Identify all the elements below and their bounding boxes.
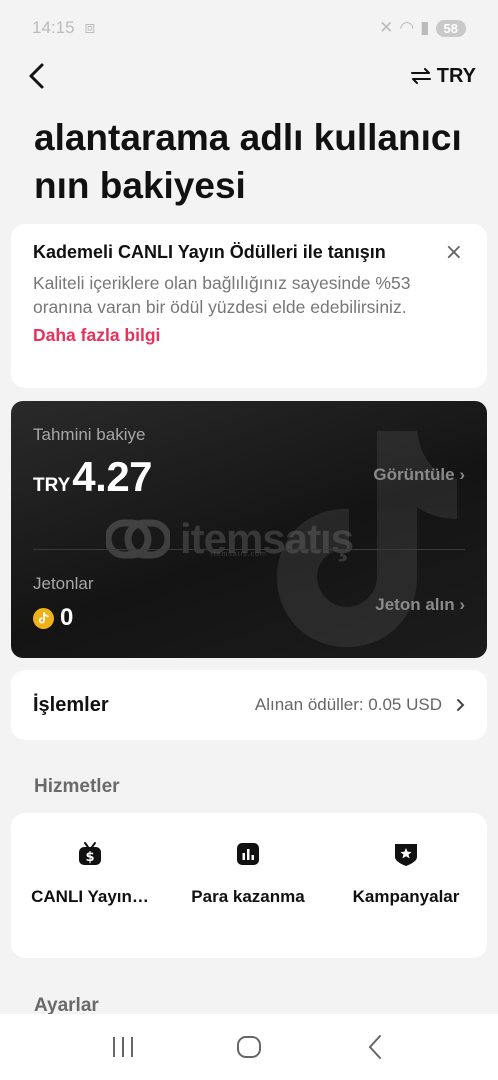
svg-text:$: $ xyxy=(85,850,94,865)
currency-label: TRY xyxy=(436,64,476,87)
transactions-row[interactable]: İşlemler Alınan ödüller: 0.05 USD xyxy=(11,670,487,740)
battery-indicator: 58 xyxy=(435,19,466,37)
chevron-right-icon xyxy=(457,699,465,711)
close-icon[interactable]: × xyxy=(445,240,463,265)
recent-apps-button[interactable] xyxy=(103,1027,143,1067)
home-icon xyxy=(237,1036,261,1058)
service-campaigns[interactable]: Kampanyalar xyxy=(327,813,485,958)
service-label: CANLI Yayın… xyxy=(31,887,149,906)
campaign-badge-icon xyxy=(395,844,417,866)
chart-icon xyxy=(237,843,259,865)
status-left: 14:15 ⧈ xyxy=(32,18,95,38)
currency-switch-button[interactable]: TRY xyxy=(410,64,476,88)
balance-card: Tahmini bakiye TRY 4.27 Görüntüle › item… xyxy=(11,401,487,658)
view-balance-link[interactable]: Görüntüle › xyxy=(373,465,465,485)
status-right: ✕ ◠ ▮ 58 xyxy=(379,18,466,38)
mute-icon: ✕ xyxy=(379,18,394,38)
coins-value: 0 xyxy=(60,604,74,631)
page-title: alantarama adlı kullanıcı nın bakiyesi xyxy=(34,117,462,206)
services-title: Hizmetler xyxy=(34,776,120,797)
service-label: Kampanyalar xyxy=(352,887,460,906)
screenshot-icon: ⧈ xyxy=(84,18,96,38)
status-time: 14:15 xyxy=(32,18,75,37)
back-button[interactable] xyxy=(22,62,50,90)
estimated-balance-label: Tahmini bakiye xyxy=(33,425,146,444)
get-coins-link[interactable]: Jeton alın › xyxy=(375,595,465,615)
balance-value: 4.27 xyxy=(72,453,153,500)
promo-title: Kademeli CANLI Yayın Ödülleri ile tanışı… xyxy=(33,242,386,262)
watermark-subtext: itemsatis.com xyxy=(211,551,267,558)
service-live-rewards[interactable]: $ CANLI Yayın… xyxy=(11,813,169,958)
promo-body: Kaliteli içeriklere olan bağlılığınız sa… xyxy=(33,273,411,317)
service-monetization[interactable]: Para kazanma xyxy=(169,813,327,958)
transactions-label: İşlemler xyxy=(33,693,109,716)
home-button[interactable] xyxy=(229,1027,269,1067)
itemsatis-logo-icon xyxy=(106,519,170,559)
balance-amount: TRY 4.27 xyxy=(33,453,153,501)
coin-icon xyxy=(33,607,54,629)
signal-icon: ▮ xyxy=(420,18,430,38)
recent-apps-icon xyxy=(113,1037,133,1057)
coins-label: Jetonlar xyxy=(33,574,94,593)
back-arrow-icon xyxy=(29,63,44,89)
top-nav: TRY xyxy=(0,56,498,96)
rewards-summary: Alınan ödüller: 0.05 USD xyxy=(254,695,442,714)
status-bar: 14:15 ⧈ ✕ ◠ ▮ 58 xyxy=(0,0,498,56)
balance-currency: TRY xyxy=(33,475,71,496)
transactions-summary-group: Alınan ödüller: 0.05 USD xyxy=(255,695,465,715)
coins-row: 0 xyxy=(33,604,73,632)
service-label: Para kazanma xyxy=(191,887,305,906)
promo-card: Kademeli CANLI Yayın Ödülleri ile tanışı… xyxy=(11,224,487,388)
balance-divider xyxy=(33,549,465,550)
system-nav-bar xyxy=(0,1014,498,1080)
swap-icon xyxy=(410,68,431,84)
back-nav-icon xyxy=(368,1035,381,1059)
wifi-icon: ◠ xyxy=(399,18,415,38)
live-gift-icon: $ xyxy=(79,842,101,865)
back-nav-button[interactable] xyxy=(355,1027,395,1067)
services-card: $ CANLI Yayın… Para kazanma Kampanyalar xyxy=(11,813,487,958)
learn-more-link[interactable]: Daha fazla bilgi xyxy=(33,325,160,346)
